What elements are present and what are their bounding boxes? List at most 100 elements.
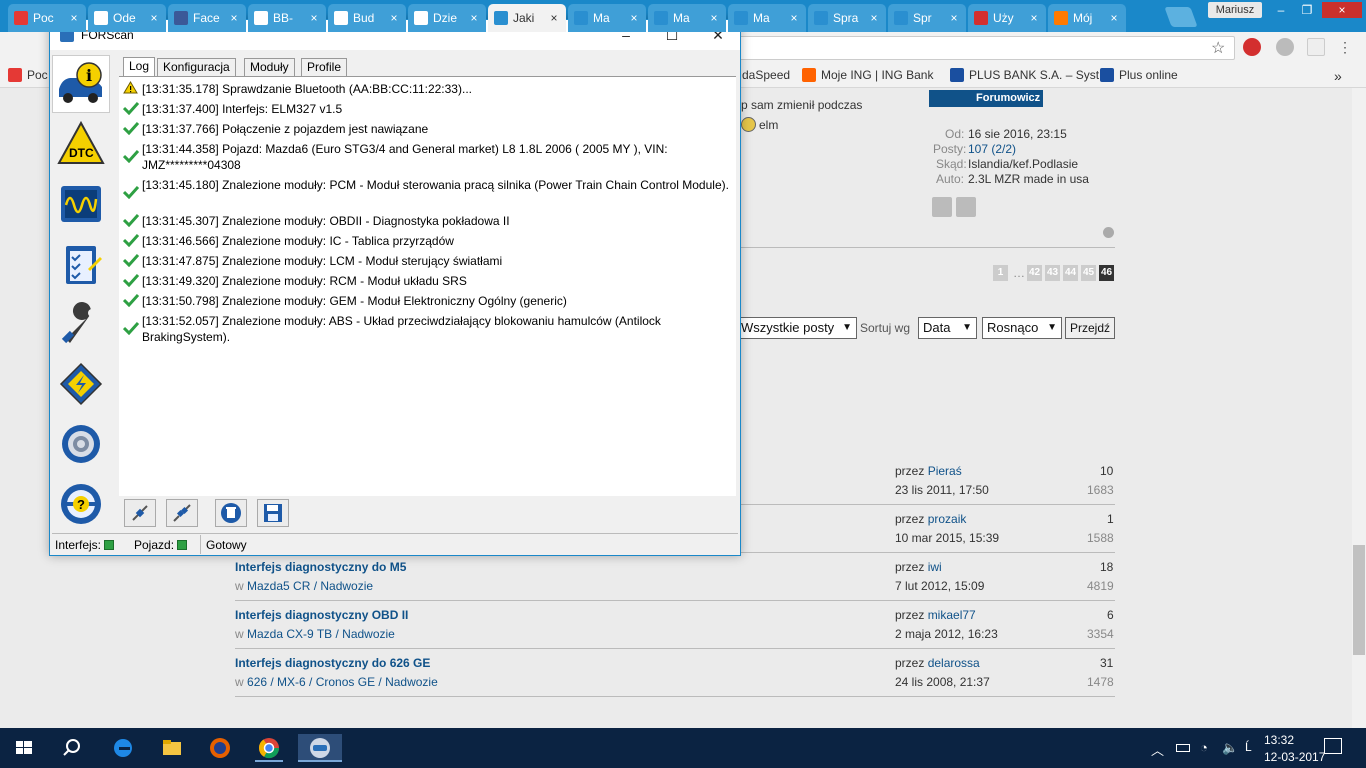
clock-time[interactable]: 13:32 bbox=[1264, 733, 1294, 747]
save-log-button[interactable] bbox=[257, 499, 289, 527]
browser-tab[interactable]: Uży × bbox=[968, 4, 1046, 32]
sidebar-item-settings[interactable] bbox=[52, 415, 110, 473]
sidebar-item-service[interactable] bbox=[52, 295, 110, 353]
pagination-page-43[interactable]: 43 bbox=[1045, 265, 1060, 281]
bookmark-item-plus-online[interactable]: Plus online bbox=[1100, 68, 1178, 82]
address-bar[interactable] bbox=[730, 36, 1235, 60]
browser-tab[interactable]: Bud × bbox=[328, 4, 406, 32]
keyboard-layout-icon[interactable]: Ĺ bbox=[1245, 740, 1252, 754]
forscan-taskbar-icon[interactable] bbox=[298, 734, 342, 762]
firefox-icon[interactable] bbox=[206, 734, 234, 762]
topic-author-link[interactable]: delarossa bbox=[928, 656, 980, 670]
chrome-icon[interactable] bbox=[255, 734, 283, 762]
start-windows-icon[interactable] bbox=[10, 734, 38, 762]
wifi-icon[interactable]: ◔ bbox=[1200, 740, 1208, 755]
tab-close-icon[interactable]: × bbox=[1106, 11, 1122, 25]
sidebar-item-programming[interactable] bbox=[52, 355, 110, 413]
sidebar-item-oscilloscope[interactable] bbox=[52, 175, 110, 233]
topic-title-link[interactable]: Interfejs diagnostyczny do 626 GE bbox=[235, 656, 430, 670]
topic-forum-link[interactable]: 626 / MX-6 / Cronos GE / Nadwozie bbox=[247, 675, 438, 689]
bookmark-item-poc[interactable]: Poc bbox=[8, 68, 48, 82]
pagination-page-45[interactable]: 45 bbox=[1081, 265, 1096, 281]
browser-close-button[interactable]: × bbox=[1322, 2, 1362, 18]
bookmark-item-plus-bank[interactable]: PLUS BANK S.A. – Syst bbox=[950, 68, 1099, 82]
bookmark-item-daspeed[interactable]: daSpeed bbox=[742, 68, 790, 82]
battery-icon[interactable] bbox=[1176, 744, 1190, 752]
chrome-menu-icon[interactable]: ⋮ bbox=[1338, 40, 1352, 54]
tab-log[interactable]: Log bbox=[123, 57, 156, 77]
tray-expand-icon[interactable]: ︿ bbox=[1151, 740, 1164, 759]
back-to-top-icon[interactable] bbox=[1103, 227, 1114, 238]
edge-icon[interactable] bbox=[109, 734, 137, 762]
show-posts-select[interactable]: Wszystkie posty ▼ bbox=[736, 317, 857, 339]
tab-close-icon[interactable]: × bbox=[546, 11, 562, 25]
sort-order-select[interactable]: Rosnąco ▼ bbox=[982, 317, 1062, 339]
tab-close-icon[interactable]: × bbox=[626, 11, 642, 25]
sidebar-item-help[interactable]: ? bbox=[52, 475, 110, 533]
email-icon[interactable] bbox=[956, 197, 976, 217]
browser-tab[interactable]: Spra × bbox=[808, 4, 886, 32]
topic-forum-link[interactable]: Mazda CX-9 TB / Nadwozie bbox=[247, 627, 395, 641]
browser-tab[interactable]: Mój × bbox=[1048, 4, 1126, 32]
scrollbar-thumb[interactable] bbox=[1353, 545, 1365, 655]
browser-tab[interactable]: Dzie × bbox=[408, 4, 486, 32]
profile-badge[interactable]: Mariusz bbox=[1208, 2, 1262, 18]
tab-profile[interactable]: Profile bbox=[301, 58, 348, 76]
extension-adblock-icon[interactable] bbox=[1243, 38, 1261, 56]
browser-tab[interactable]: Ma × bbox=[568, 4, 646, 32]
browser-restore-button[interactable]: ❐ bbox=[1294, 2, 1320, 18]
sidebar-item-vehicle-info[interactable]: i bbox=[52, 55, 110, 113]
extension-circle-icon[interactable] bbox=[1276, 38, 1294, 56]
browser-minimize-button[interactable]: – bbox=[1268, 2, 1294, 18]
file-explorer-icon[interactable] bbox=[158, 734, 186, 762]
tab-close-icon[interactable]: × bbox=[1026, 11, 1042, 25]
pagination-first[interactable]: 1 bbox=[993, 265, 1008, 281]
bookmark-item-ing[interactable]: Moje ING | ING Bank bbox=[802, 68, 933, 82]
tab-close-icon[interactable]: × bbox=[226, 11, 242, 25]
bookmarks-overflow-icon[interactable]: » bbox=[1334, 68, 1342, 84]
tab-close-icon[interactable]: × bbox=[66, 11, 82, 25]
pm-icon[interactable] bbox=[932, 197, 952, 217]
disconnect-button[interactable] bbox=[166, 499, 198, 527]
topic-author-link[interactable]: mikael77 bbox=[928, 608, 976, 622]
topic-title-link[interactable]: Interfejs diagnostyczny OBD II bbox=[235, 608, 408, 622]
sidebar-item-tests[interactable] bbox=[52, 235, 110, 293]
clock-date[interactable]: 12-03-2017 bbox=[1264, 750, 1325, 764]
browser-tab[interactable]: Face × bbox=[168, 4, 246, 32]
tab-konfiguracja[interactable]: Konfiguracja bbox=[157, 58, 236, 76]
notifications-icon[interactable] bbox=[1324, 738, 1342, 754]
search-icon[interactable] bbox=[58, 734, 86, 762]
bookmark-star-icon[interactable]: ☆ bbox=[1211, 38, 1225, 58]
tab-moduly[interactable]: Moduły bbox=[244, 58, 295, 76]
topic-title-link[interactable]: Interfejs diagnostyczny do M5 bbox=[235, 560, 406, 574]
browser-tab[interactable]: BB- × bbox=[248, 4, 326, 32]
tab-close-icon[interactable]: × bbox=[866, 11, 882, 25]
profile-posty-link[interactable]: 107 (2/2) bbox=[968, 142, 1016, 156]
topic-forum-link[interactable]: Mazda5 CR / Nadwozie bbox=[247, 579, 373, 593]
browser-tab[interactable]: Jaki × bbox=[488, 4, 566, 32]
log-panel[interactable]: [13:31:35.178] Sprawdzanie Bluetooth (AA… bbox=[119, 76, 736, 496]
topic-author-link[interactable]: iwi bbox=[928, 560, 942, 574]
volume-icon[interactable]: 🔈 bbox=[1222, 740, 1238, 756]
sidebar-item-dtc[interactable]: DTC bbox=[52, 115, 110, 173]
go-button[interactable]: Przejdź bbox=[1065, 317, 1115, 339]
pagination-page-42[interactable]: 42 bbox=[1027, 265, 1042, 281]
browser-tab[interactable]: Poc × bbox=[8, 4, 86, 32]
tab-close-icon[interactable]: × bbox=[706, 11, 722, 25]
browser-tab[interactable]: Ma × bbox=[728, 4, 806, 32]
pagination-page-44[interactable]: 44 bbox=[1063, 265, 1078, 281]
connect-button[interactable] bbox=[124, 499, 156, 527]
tab-close-icon[interactable]: × bbox=[146, 11, 162, 25]
tab-close-icon[interactable]: × bbox=[786, 11, 802, 25]
topic-author-link[interactable]: Pieraś bbox=[928, 464, 962, 478]
topic-author-link[interactable]: prozaik bbox=[928, 512, 967, 526]
extension-pdf-icon[interactable] bbox=[1307, 38, 1325, 56]
browser-tab[interactable]: Ma × bbox=[648, 4, 726, 32]
tab-close-icon[interactable]: × bbox=[386, 11, 402, 25]
tab-close-icon[interactable]: × bbox=[306, 11, 322, 25]
tab-close-icon[interactable]: × bbox=[466, 11, 482, 25]
clear-log-button[interactable] bbox=[215, 499, 247, 527]
sort-by-select[interactable]: Data ▼ bbox=[918, 317, 977, 339]
browser-tab[interactable]: Ode × bbox=[88, 4, 166, 32]
browser-tab[interactable]: Spr × bbox=[888, 4, 966, 32]
